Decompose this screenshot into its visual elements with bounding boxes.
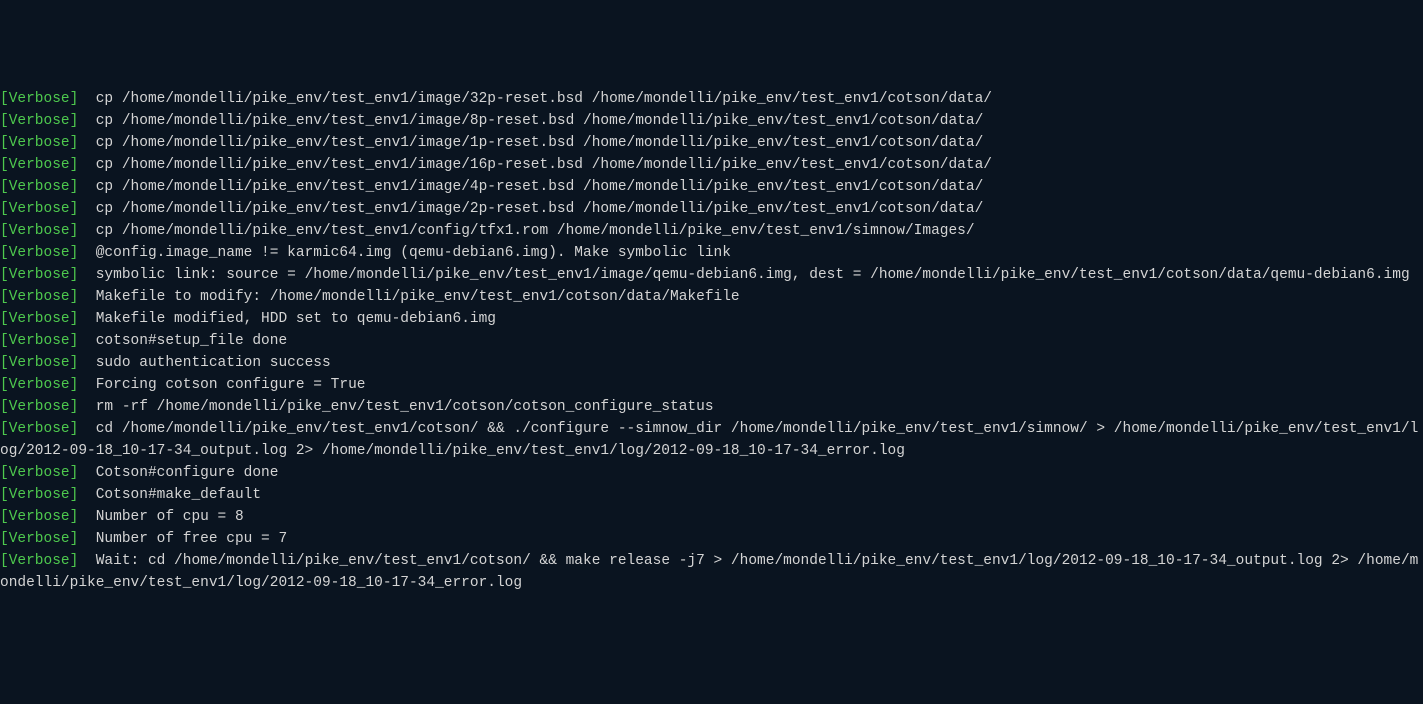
log-message: sudo authentication success [78,355,330,371]
log-message: cp /home/mondelli/pike_env/test_env1/con… [78,223,974,239]
log-message: cp /home/mondelli/pike_env/test_env1/ima… [78,157,992,173]
log-tag: [Verbose] [0,267,78,283]
log-message: symbolic link: source = /home/mondelli/p… [78,267,1409,283]
log-message: rm -rf /home/mondelli/pike_env/test_env1… [78,399,713,415]
log-line: [Verbose] cp /home/mondelli/pike_env/tes… [0,132,1423,154]
log-line: [Verbose] Wait: cd /home/mondelli/pike_e… [0,550,1423,594]
log-tag: [Verbose] [0,421,78,437]
log-tag: [Verbose] [0,553,78,569]
log-line: [Verbose] cotson#setup_file done [0,330,1423,352]
log-tag: [Verbose] [0,289,78,305]
log-message: @config.image_name != karmic64.img (qemu… [78,245,731,261]
log-tag: [Verbose] [0,179,78,195]
log-message: Number of cpu = 8 [78,509,243,525]
log-message: Number of free cpu = 7 [78,531,287,547]
log-message: Makefile modified, HDD set to qemu-debia… [78,311,496,327]
log-tag: [Verbose] [0,333,78,349]
log-line: [Verbose] sudo authentication success [0,352,1423,374]
log-line: [Verbose] Makefile modified, HDD set to … [0,308,1423,330]
log-line: [Verbose] Forcing cotson configure = Tru… [0,374,1423,396]
log-line: [Verbose] cd /home/mondelli/pike_env/tes… [0,418,1423,462]
log-message: cp /home/mondelli/pike_env/test_env1/ima… [78,135,983,151]
log-line: [Verbose] cp /home/mondelli/pike_env/tes… [0,88,1423,110]
log-message: cotson#setup_file done [78,333,287,349]
log-line: [Verbose] Number of free cpu = 7 [0,528,1423,550]
log-line: [Verbose] rm -rf /home/mondelli/pike_env… [0,396,1423,418]
log-line: [Verbose] cp /home/mondelli/pike_env/tes… [0,154,1423,176]
log-tag: [Verbose] [0,487,78,503]
log-message: Cotson#make_default [78,487,261,503]
log-message: Makefile to modify: /home/mondelli/pike_… [78,289,739,305]
log-tag: [Verbose] [0,157,78,173]
log-message: cp /home/mondelli/pike_env/test_env1/ima… [78,179,983,195]
log-message: cp /home/mondelli/pike_env/test_env1/ima… [78,201,983,217]
log-tag: [Verbose] [0,245,78,261]
log-line: [Verbose] @config.image_name != karmic64… [0,242,1423,264]
log-line: [Verbose] cp /home/mondelli/pike_env/tes… [0,110,1423,132]
log-tag: [Verbose] [0,113,78,129]
log-tag: [Verbose] [0,311,78,327]
log-tag: [Verbose] [0,355,78,371]
log-tag: [Verbose] [0,531,78,547]
log-message: Wait: cd /home/mondelli/pike_env/test_en… [0,553,1418,591]
log-line: [Verbose] symbolic link: source = /home/… [0,264,1423,286]
log-message: cp /home/mondelli/pike_env/test_env1/ima… [78,113,983,129]
log-line: [Verbose] Cotson#configure done [0,462,1423,484]
log-tag: [Verbose] [0,135,78,151]
log-tag: [Verbose] [0,377,78,393]
log-line: [Verbose] Cotson#make_default [0,484,1423,506]
log-message: Cotson#configure done [78,465,278,481]
log-tag: [Verbose] [0,223,78,239]
log-line: [Verbose] cp /home/mondelli/pike_env/tes… [0,198,1423,220]
log-message: Forcing cotson configure = True [78,377,365,393]
log-tag: [Verbose] [0,509,78,525]
log-tag: [Verbose] [0,91,78,107]
log-line: [Verbose] cp /home/mondelli/pike_env/tes… [0,220,1423,242]
log-line: [Verbose] Makefile to modify: /home/mond… [0,286,1423,308]
log-line: [Verbose] Number of cpu = 8 [0,506,1423,528]
log-tag: [Verbose] [0,201,78,217]
log-tag: [Verbose] [0,399,78,415]
log-line: [Verbose] cp /home/mondelli/pike_env/tes… [0,176,1423,198]
log-message: cp /home/mondelli/pike_env/test_env1/ima… [78,91,992,107]
log-message: cd /home/mondelli/pike_env/test_env1/cot… [0,421,1418,459]
log-tag: [Verbose] [0,465,78,481]
terminal-output[interactable]: [Verbose] cp /home/mondelli/pike_env/tes… [0,88,1423,594]
